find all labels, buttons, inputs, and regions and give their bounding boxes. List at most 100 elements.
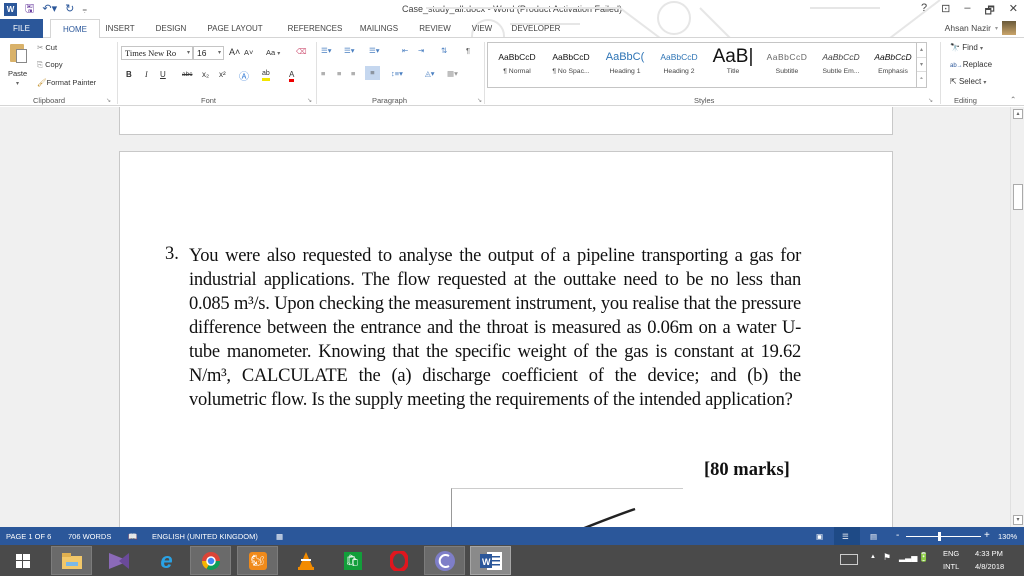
clear-formatting-icon[interactable]: ⌫ xyxy=(296,47,307,56)
font-size-dropdown[interactable]: 16 ▾ xyxy=(193,46,224,60)
line-spacing-icon[interactable]: ↕≡▾ xyxy=(391,69,403,78)
style-heading-1[interactable]: AaBbC(Heading 1 xyxy=(598,46,652,84)
borders-icon[interactable]: ▦▾ xyxy=(447,69,458,78)
find-button[interactable]: 🔭 Find ▾ xyxy=(950,43,983,52)
tab-review[interactable]: REVIEW xyxy=(414,19,456,38)
taskbar-opera[interactable] xyxy=(378,546,419,575)
tab-mailings[interactable]: MAILINGS xyxy=(354,19,404,38)
language-bottom[interactable]: INTL xyxy=(943,562,959,571)
shading-icon[interactable]: ◬▾ xyxy=(425,69,435,78)
gallery-more-button[interactable]: ⩡ xyxy=(917,72,926,87)
macro-recording-icon[interactable]: ▦ xyxy=(276,532,283,541)
style-normal[interactable]: AaBbCcD ¶ Normal xyxy=(490,46,544,84)
font-name-dropdown[interactable]: Times New Ro ▾ xyxy=(121,46,193,60)
highlight-color-icon[interactable]: ab xyxy=(262,70,270,81)
multilevel-list-icon[interactable]: ☰▾ xyxy=(369,46,380,55)
clock-date[interactable]: 4/8/2018 xyxy=(975,562,1004,571)
page-count[interactable]: PAGE 1 OF 6 xyxy=(6,532,51,541)
justify-icon[interactable]: ≡ xyxy=(365,66,380,80)
paragraph-dialog-launcher-icon[interactable]: ↘ xyxy=(477,97,482,104)
diagram-figure[interactable] xyxy=(451,488,683,527)
italic-button[interactable]: I xyxy=(145,70,148,79)
style-title[interactable]: AaB| Title xyxy=(706,46,760,84)
action-center-flag-icon[interactable]: ⚑ xyxy=(883,552,891,563)
replace-button[interactable]: ab→Replace xyxy=(950,60,992,69)
align-right-icon[interactable]: ≡ xyxy=(351,69,355,78)
touch-keyboard-icon[interactable] xyxy=(840,554,858,565)
style-subtle-emphasis[interactable]: AaBbCcD Subtle Em... xyxy=(814,46,868,84)
select-button[interactable]: ⇱ Select ▾ xyxy=(950,77,986,86)
user-account[interactable]: Ahsan Nazir ▾ xyxy=(945,21,1016,35)
word-count[interactable]: 706 WORDS xyxy=(68,532,111,541)
bold-button[interactable]: B xyxy=(126,70,132,79)
clipboard-dialog-launcher-icon[interactable]: ↘ xyxy=(106,97,111,104)
paste-dropdown[interactable]: ▾ xyxy=(16,80,19,87)
grow-font-button[interactable]: A˄ xyxy=(229,47,240,57)
taskbar-file-explorer[interactable] xyxy=(51,546,92,575)
network-signal-icon[interactable]: ▂▃▅ xyxy=(899,553,917,562)
taskbar-bittorrent[interactable] xyxy=(424,546,465,575)
tab-developer[interactable]: DEVELOPER xyxy=(508,19,564,38)
numbering-icon[interactable]: ☰▾ xyxy=(344,46,355,55)
taskbar-uc-browser[interactable]: 🐿 xyxy=(237,546,278,575)
superscript-button[interactable]: x² xyxy=(219,70,226,79)
sort-icon[interactable]: ⇅ xyxy=(441,46,447,55)
shrink-font-button[interactable]: A˅ xyxy=(244,48,253,57)
clock-time[interactable]: 4:33 PM xyxy=(975,549,1003,558)
battery-icon[interactable]: 🔋 xyxy=(918,552,929,563)
scroll-down-button[interactable]: ▾ xyxy=(1013,515,1023,525)
taskbar-word[interactable]: W xyxy=(470,546,511,575)
tab-view[interactable]: VIEW xyxy=(464,19,500,38)
taskbar-store[interactable]: 🛍 xyxy=(332,546,373,575)
collapse-ribbon-icon[interactable]: ⌃ xyxy=(1010,95,1016,104)
language-indicator[interactable]: ENGLISH (UNITED KINGDOM) xyxy=(152,532,258,541)
underline-button[interactable]: U xyxy=(160,70,166,79)
style-heading-2[interactable]: AaBbCcD Heading 2 xyxy=(652,46,706,84)
taskbar-vlc[interactable] xyxy=(285,546,326,575)
change-case-button[interactable]: Aa ▾ xyxy=(266,48,280,57)
gallery-down-button[interactable]: ▾ xyxy=(917,58,926,73)
tab-references[interactable]: REFERENCES xyxy=(282,19,348,38)
zoom-out-button[interactable]: - xyxy=(896,530,899,541)
vertical-scrollbar[interactable]: ▴ ▾ xyxy=(1010,107,1024,527)
read-mode-icon[interactable]: ▣ xyxy=(816,532,823,541)
taskbar-chrome[interactable] xyxy=(190,546,231,575)
taskbar-internet-explorer[interactable]: e xyxy=(146,546,187,575)
style-no-spacing[interactable]: AaBbCcD ¶ No Spac... xyxy=(544,46,598,84)
web-layout-icon[interactable]: ▤ xyxy=(870,532,877,541)
paste-button[interactable]: Paste xyxy=(8,69,27,78)
show-hidden-icons-button[interactable]: ▲ xyxy=(870,554,876,560)
copy-button[interactable]: ⎘ Copy xyxy=(37,60,63,70)
style-subtitle[interactable]: AaBbCcD Subtitle xyxy=(760,46,814,84)
strikethrough-button[interactable]: abc xyxy=(182,71,192,78)
scroll-up-button[interactable]: ▴ xyxy=(1013,109,1023,119)
style-emphasis[interactable]: AaBbCcD Emphasis xyxy=(866,46,920,84)
zoom-slider-thumb[interactable] xyxy=(937,532,941,541)
start-button[interactable] xyxy=(2,546,43,575)
subscript-button[interactable]: x₂ xyxy=(202,70,209,79)
increase-indent-icon[interactable]: ⇥ xyxy=(418,46,424,55)
tab-design[interactable]: DESIGN xyxy=(150,19,192,38)
cut-button[interactable]: ✂ Cut xyxy=(37,43,57,52)
tab-home[interactable]: HOME xyxy=(50,19,100,39)
taskbar-visual-studio[interactable] xyxy=(98,546,139,575)
show-formatting-marks-button[interactable]: ¶ xyxy=(466,46,470,55)
styles-dialog-launcher-icon[interactable]: ↘ xyxy=(928,97,933,104)
zoom-level[interactable]: 130% xyxy=(998,532,1017,541)
align-center-icon[interactable]: ≡ xyxy=(337,69,341,78)
document-page[interactable]: 3. You were also requested to analyse th… xyxy=(119,151,893,527)
bullets-icon[interactable]: ☰▾ xyxy=(321,46,332,55)
gallery-up-button[interactable]: ▴ xyxy=(917,43,926,58)
tab-insert[interactable]: INSERT xyxy=(100,19,140,38)
scroll-thumb[interactable] xyxy=(1013,184,1023,210)
tab-file[interactable]: FILE xyxy=(0,19,43,38)
language-top[interactable]: ENG xyxy=(943,549,959,558)
print-layout-icon[interactable]: ☰ xyxy=(842,532,849,541)
font-dialog-launcher-icon[interactable]: ↘ xyxy=(307,97,312,104)
font-color-icon[interactable]: A xyxy=(289,70,295,82)
text-effects-icon[interactable]: Ⓐ xyxy=(239,68,249,83)
zoom-slider-track[interactable] xyxy=(906,536,981,537)
tab-page-layout[interactable]: PAGE LAYOUT xyxy=(200,19,270,38)
proofing-icon[interactable]: 📖 xyxy=(128,532,137,541)
decrease-indent-icon[interactable]: ⇤ xyxy=(402,46,408,55)
